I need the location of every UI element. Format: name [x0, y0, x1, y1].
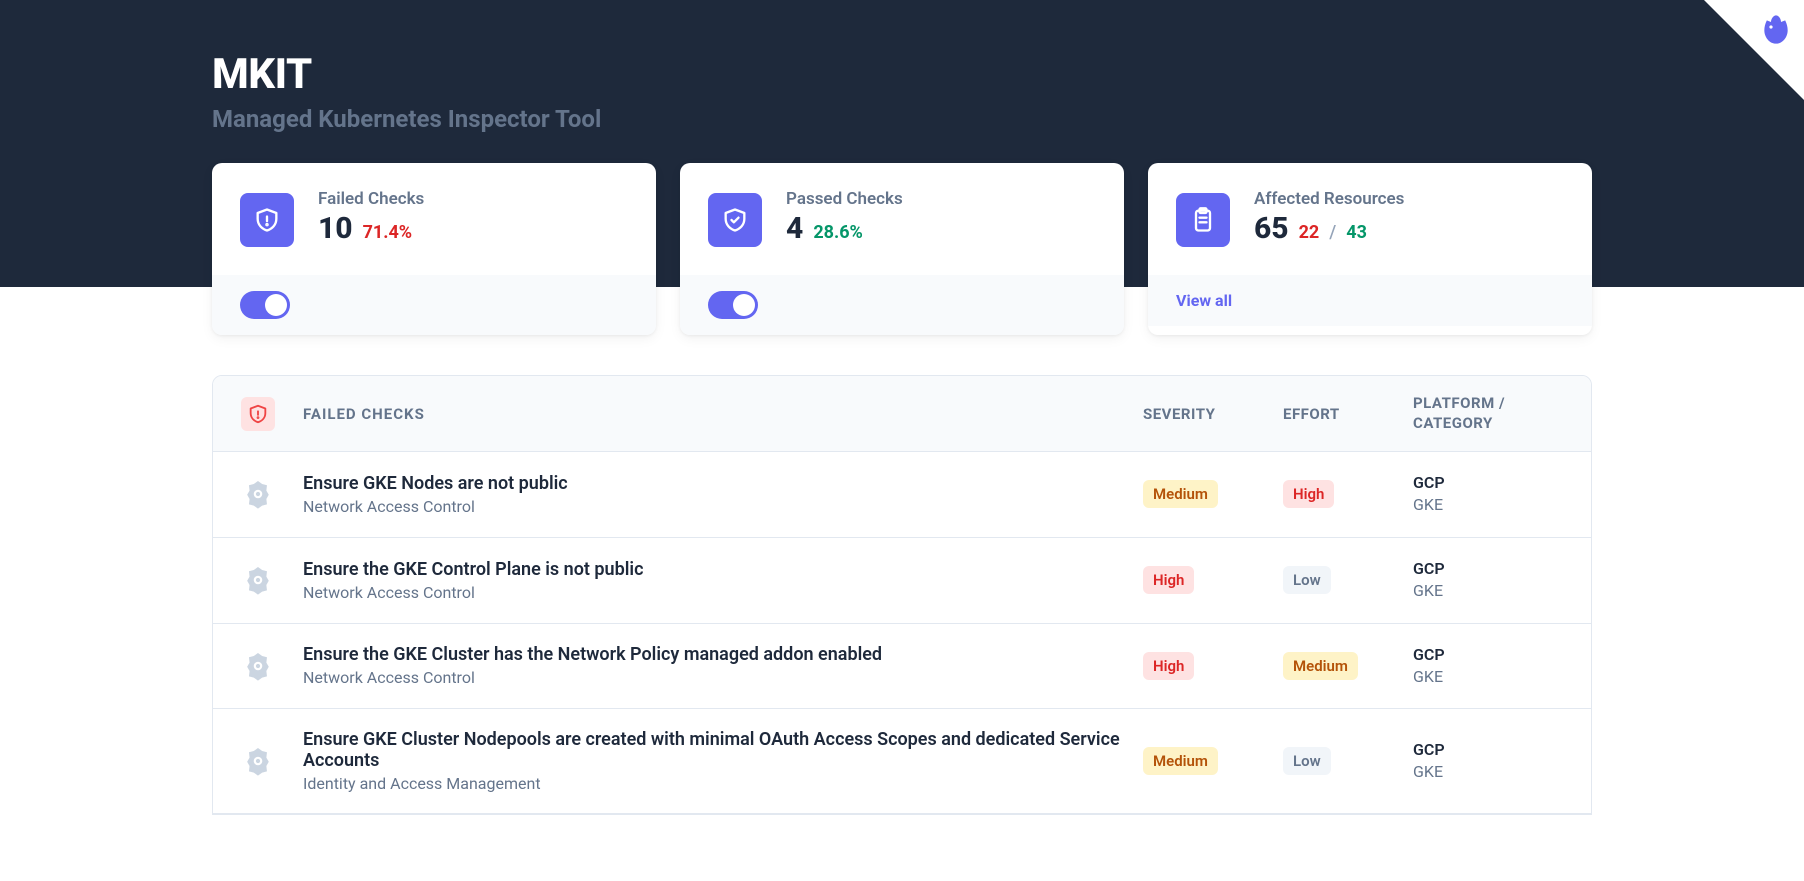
check-title: Ensure the GKE Cluster has the Network P… [303, 644, 1143, 665]
check-title: Ensure GKE Nodes are not public [303, 473, 1143, 494]
app-title: MKIT [212, 50, 1592, 99]
platform-text: GCP [1413, 558, 1563, 580]
category-text: GKE [1413, 494, 1563, 516]
severity-badge: High [1143, 566, 1194, 594]
gcp-icon [241, 650, 275, 682]
shield-alert-icon [240, 193, 294, 247]
check-title: Ensure the GKE Control Plane is not publ… [303, 559, 1143, 580]
table-title: FAILED CHECKS [303, 405, 1143, 423]
effort-badge: Medium [1283, 652, 1358, 680]
table-row[interactable]: Ensure the GKE Cluster has the Network P… [213, 624, 1591, 710]
col-effort: EFFORT [1283, 405, 1413, 423]
effort-badge: Low [1283, 566, 1331, 594]
failed-value: 10 [318, 211, 353, 246]
severity-badge: Medium [1143, 747, 1218, 775]
passed-value: 4 [786, 211, 803, 246]
check-subtitle: Network Access Control [303, 668, 1143, 687]
platform-text: GCP [1413, 644, 1563, 666]
gcp-icon [241, 745, 275, 777]
logo-icon [1756, 12, 1796, 52]
checks-table: FAILED CHECKS SEVERITY EFFORT PLATFORM /… [212, 375, 1592, 815]
affected-green: 43 [1346, 222, 1367, 243]
effort-badge: High [1283, 480, 1334, 508]
platform-text: GCP [1413, 472, 1563, 494]
check-subtitle: Identity and Access Management [303, 774, 1143, 793]
passed-toggle[interactable] [708, 291, 758, 319]
app-subtitle: Managed Kubernetes Inspector Tool [212, 105, 1592, 133]
passed-percent: 28.6% [813, 222, 863, 243]
affected-value: 65 [1254, 211, 1289, 246]
gcp-icon [241, 564, 275, 596]
passed-checks-card: Passed Checks 4 28.6% [680, 163, 1124, 335]
affected-red: 22 [1299, 222, 1320, 243]
category-text: GKE [1413, 666, 1563, 688]
category-text: GKE [1413, 580, 1563, 602]
passed-label: Passed Checks [786, 189, 1096, 209]
summary-cards: Failed Checks 10 71.4% [212, 163, 1592, 335]
failed-toggle[interactable] [240, 291, 290, 319]
failed-percent: 71.4% [363, 222, 413, 243]
check-title: Ensure GKE Cluster Nodepools are created… [303, 729, 1143, 771]
check-subtitle: Network Access Control [303, 583, 1143, 602]
col-platform: PLATFORM / CATEGORY [1413, 394, 1563, 433]
failed-checks-card: Failed Checks 10 71.4% [212, 163, 656, 335]
view-all-link[interactable]: View all [1176, 291, 1232, 310]
clipboard-icon [1176, 193, 1230, 247]
affected-resources-card: Affected Resources 65 22 / 43 View all [1148, 163, 1592, 335]
shield-check-icon [708, 193, 762, 247]
table-row[interactable]: Ensure GKE Cluster Nodepools are created… [213, 709, 1591, 814]
table-row[interactable]: Ensure GKE Nodes are not public Network … [213, 452, 1591, 538]
check-subtitle: Network Access Control [303, 497, 1143, 516]
category-text: GKE [1413, 761, 1563, 783]
failed-label: Failed Checks [318, 189, 628, 209]
effort-badge: Low [1283, 747, 1331, 775]
severity-badge: Medium [1143, 480, 1218, 508]
table-row[interactable]: Ensure the GKE Control Plane is not publ… [213, 538, 1591, 624]
col-severity: SEVERITY [1143, 405, 1283, 423]
gcp-icon [241, 478, 275, 510]
affected-slash: / [1329, 222, 1336, 243]
corner-badge [1704, 0, 1804, 100]
table-header: FAILED CHECKS SEVERITY EFFORT PLATFORM /… [213, 376, 1591, 452]
severity-badge: High [1143, 652, 1194, 680]
shield-alert-red-icon [241, 397, 275, 431]
affected-label: Affected Resources [1254, 189, 1564, 209]
platform-text: GCP [1413, 739, 1563, 761]
